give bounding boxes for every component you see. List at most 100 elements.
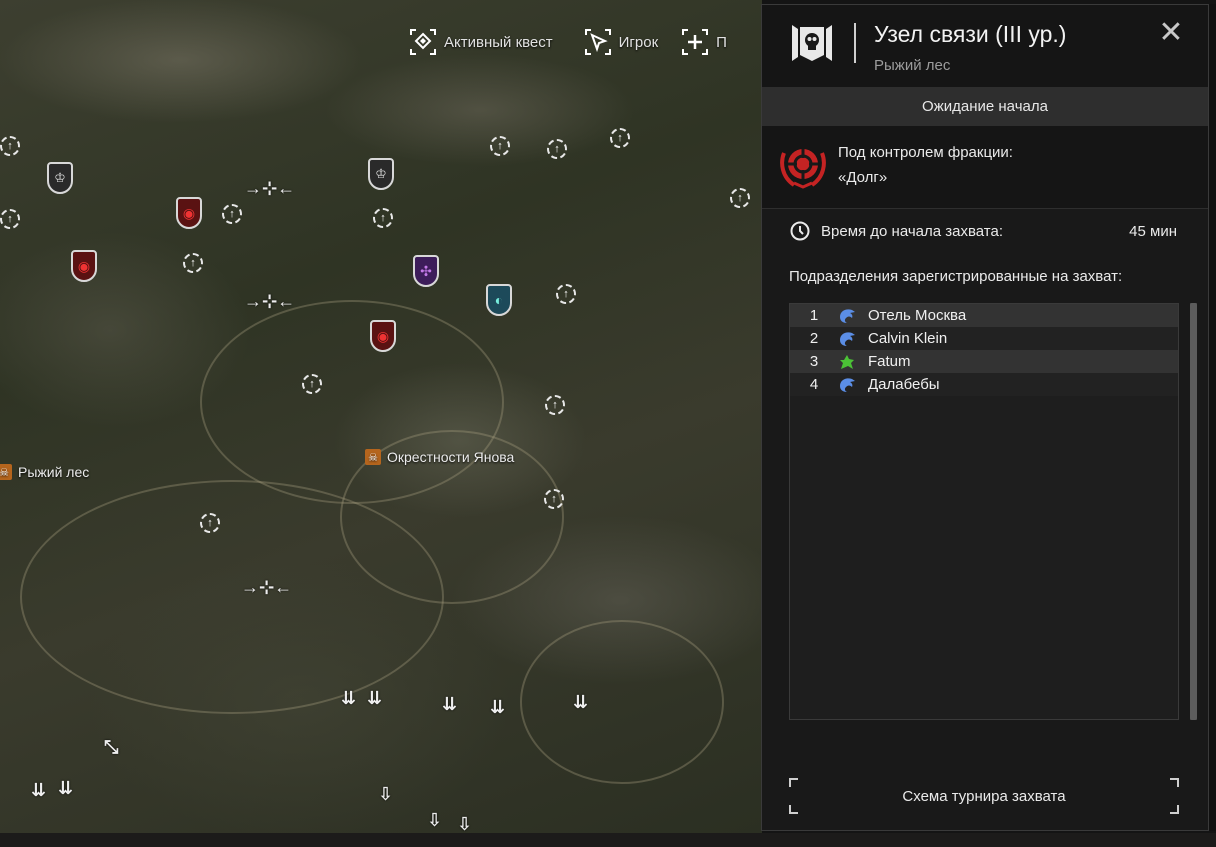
close-icon: ✕ xyxy=(1158,16,1184,49)
faction-pin-icon: ♔ xyxy=(368,158,394,190)
button-corner xyxy=(1170,778,1179,787)
capture-bracket-button[interactable]: Схема турнира захвата xyxy=(789,778,1179,814)
arrow-up-ring-icon: ↑ xyxy=(222,204,242,224)
monolith-faction-marker[interactable]: ✣ xyxy=(413,255,439,287)
duty-faction-icon xyxy=(780,149,826,189)
skull-location-icon: ☠ xyxy=(0,464,12,480)
player-filter[interactable]: Игрок xyxy=(584,29,659,55)
list-item[interactable]: 2 Calvin Klein xyxy=(790,327,1178,350)
map-location-name: Рыжий лес xyxy=(18,464,90,480)
faction-control-section: Под контролем фракции: «Долг» xyxy=(762,126,1208,209)
transition-marker[interactable]: ↑ xyxy=(556,284,576,304)
map-location-name: Окрестности Янова xyxy=(387,449,515,465)
arrow-down-box-icon[interactable]: ⇩ xyxy=(378,784,393,805)
transition-marker[interactable]: ↑ xyxy=(730,188,750,208)
faction-label: Под контролем фракции: xyxy=(838,144,1013,161)
unit-rank: 3 xyxy=(809,353,819,370)
crosshair-icon[interactable]: →⊹← xyxy=(244,178,295,199)
transition-marker[interactable]: ↑ xyxy=(0,209,20,229)
list-item[interactable]: 3 Fatum xyxy=(790,350,1178,373)
freedom-faction-marker[interactable]: ◐ xyxy=(486,284,512,316)
arrows-down-icon[interactable]: ⇊ xyxy=(442,694,457,715)
close-button[interactable]: ✕ xyxy=(1157,16,1185,49)
status-bar: Ожидание начала xyxy=(762,87,1208,126)
arrow-up-ring-icon: ↑ xyxy=(610,128,630,148)
faction-pin-icon: ♔ xyxy=(47,162,73,194)
arrow-down-box-icon[interactable]: ⇩ xyxy=(457,814,472,833)
arrow-up-ring-icon: ↑ xyxy=(200,513,220,533)
button-corner xyxy=(1170,805,1179,814)
arrows-down-icon[interactable]: ⇊ xyxy=(367,688,382,709)
transition-marker[interactable]: ↑ xyxy=(373,208,393,228)
arrow-up-ring-icon: ↑ xyxy=(183,253,203,273)
arrows-diagonal-icon[interactable]: ⤡ xyxy=(104,737,118,758)
transition-marker[interactable]: ↑ xyxy=(610,128,630,148)
transition-marker[interactable]: ↑ xyxy=(222,204,242,224)
world-map[interactable]: ♔ ♔ ◉ ◉ ◉ ✣ ◐ ↑ ↑ ↑ ↑ ↑ ↑ ↑ ↑ ↑ ↑ ↑ ↑ ↑ … xyxy=(0,0,762,833)
point-label: П xyxy=(716,33,727,51)
duty-pin-icon: ◉ xyxy=(71,250,97,282)
transition-marker[interactable]: ↑ xyxy=(183,253,203,273)
faction-base-marker[interactable]: ♔ xyxy=(47,162,73,194)
duty-pin-icon: ◉ xyxy=(370,320,396,352)
list-item[interactable]: 4 Далабебы xyxy=(790,373,1178,396)
crosshair-icon[interactable]: →⊹← xyxy=(241,577,292,598)
quest-diamond-icon xyxy=(410,29,436,55)
transition-marker[interactable]: ↑ xyxy=(490,136,510,156)
arrows-down-icon[interactable]: ⇊ xyxy=(31,780,46,801)
duty-faction-marker[interactable]: ◉ xyxy=(370,320,396,352)
arrow-up-ring-icon: ↑ xyxy=(547,139,567,159)
list-item[interactable]: 1 Отель Москва xyxy=(790,304,1178,327)
scrollbar-thumb[interactable] xyxy=(1190,303,1197,720)
map-location-label[interactable]: ☠ Окрестности Янова xyxy=(365,449,514,465)
transition-marker[interactable]: ↑ xyxy=(0,136,20,156)
transition-marker[interactable]: ↑ xyxy=(544,489,564,509)
arrow-up-ring-icon: ↑ xyxy=(373,208,393,228)
unit-name: Calvin Klein xyxy=(868,330,948,347)
blue-eagle-icon xyxy=(840,331,855,346)
active-quest-filter[interactable]: Активный квест xyxy=(410,29,553,55)
arrow-up-ring-icon: ↑ xyxy=(0,209,20,229)
bottom-strip xyxy=(0,833,1216,847)
button-corner xyxy=(789,778,798,787)
panel-title: Узел связи (III ур.) xyxy=(874,21,1067,47)
arrow-up-ring-icon: ↑ xyxy=(544,489,564,509)
active-quest-label: Активный квест xyxy=(444,33,553,51)
arrow-up-ring-icon: ↑ xyxy=(556,284,576,304)
arrows-down-icon[interactable]: ⇊ xyxy=(341,688,356,709)
transition-marker[interactable]: ↑ xyxy=(547,139,567,159)
player-label: Игрок xyxy=(618,33,659,51)
transition-marker[interactable]: ↑ xyxy=(302,374,322,394)
crosshair-icon[interactable]: →⊹← xyxy=(244,291,295,312)
transition-marker[interactable]: ↑ xyxy=(545,395,565,415)
unit-rank: 4 xyxy=(809,376,819,393)
duty-faction-marker[interactable]: ◉ xyxy=(176,197,202,229)
arrows-down-icon[interactable]: ⇊ xyxy=(58,778,73,799)
registered-units-list[interactable]: 1 Отель Москва 2 Calvin Klein 3 Fatum 4 … xyxy=(789,303,1179,720)
timer-value: 45 мин xyxy=(1129,223,1177,240)
blue-eagle-icon xyxy=(840,308,855,323)
capture-timer: Время до начала захвата: 45 мин xyxy=(762,209,1208,255)
cursor-arrow-icon xyxy=(584,29,611,55)
duty-pin-icon: ◉ xyxy=(176,197,202,229)
clock-icon xyxy=(790,221,810,241)
arrows-down-icon[interactable]: ⇊ xyxy=(573,692,588,713)
green-wolf-icon xyxy=(840,354,854,369)
map-filter-bar: Активный квест Игрок П xyxy=(410,28,727,56)
eagle-pin-icon: ◐ xyxy=(486,284,512,316)
arrow-up-ring-icon: ↑ xyxy=(302,374,322,394)
panel-header: Узел связи (III ур.) Рыжий лес ✕ xyxy=(762,5,1208,87)
arrow-up-ring-icon: ↑ xyxy=(545,395,565,415)
point-filter[interactable]: П xyxy=(682,29,727,55)
unit-name: Fatum xyxy=(868,353,911,370)
panel-edge xyxy=(1209,4,1216,831)
arrows-down-icon[interactable]: ⇊ xyxy=(490,697,505,718)
duty-faction-marker[interactable]: ◉ xyxy=(71,250,97,282)
button-corner xyxy=(789,805,798,814)
map-road xyxy=(520,620,724,784)
arrow-up-ring-icon: ↑ xyxy=(0,136,20,156)
faction-base-marker[interactable]: ♔ xyxy=(368,158,394,190)
map-location-label[interactable]: ☠ Рыжий лес xyxy=(0,464,89,480)
arrow-down-box-icon[interactable]: ⇩ xyxy=(427,810,442,831)
transition-marker[interactable]: ↑ xyxy=(200,513,220,533)
